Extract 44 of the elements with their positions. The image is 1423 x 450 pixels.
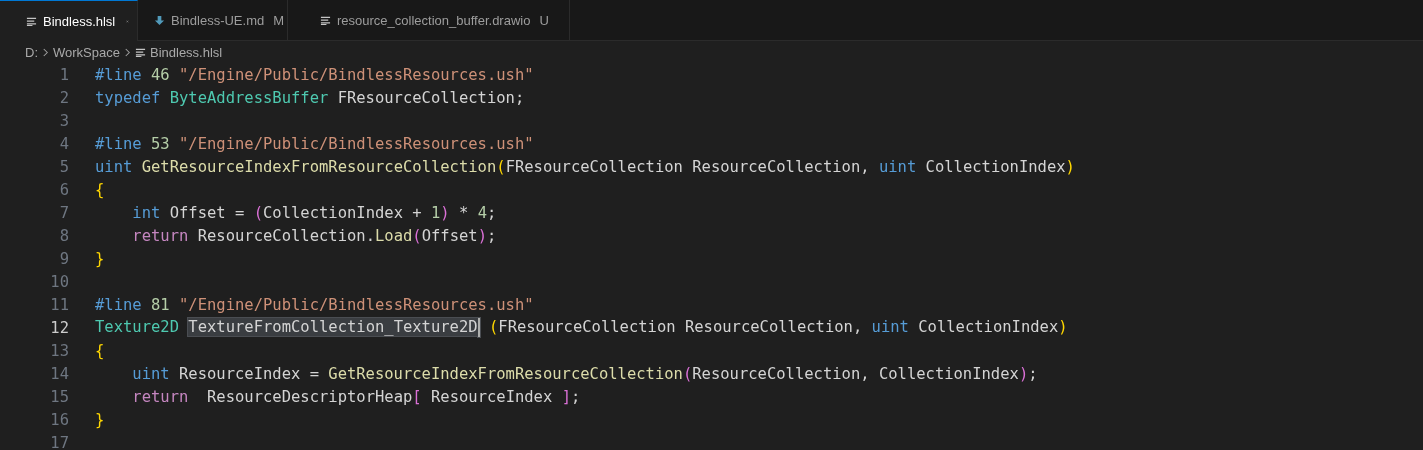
lines-icon bbox=[320, 14, 331, 26]
text-cursor bbox=[477, 318, 480, 337]
code-line: return ResourceCollection.Load(Offset); bbox=[131, 226, 497, 245]
code-line: { bbox=[95, 341, 105, 360]
line-number: 8 bbox=[58, 226, 69, 245]
breadcrumb-item[interactable]: Bindless.hlsl bbox=[149, 44, 223, 60]
line-number: 17 bbox=[49, 433, 69, 450]
line-number: 7 bbox=[58, 203, 69, 222]
code-line: return ResourceDescriptorHeap[ ResourceIndex ]; bbox=[131, 387, 581, 406]
line-number: 11 bbox=[49, 295, 69, 314]
line-number: 5 bbox=[58, 157, 69, 176]
line-number: 10 bbox=[49, 272, 69, 291]
line-number: 14 bbox=[49, 364, 69, 383]
code-line: typedef ByteAddressBuffer FResourceCollection; bbox=[95, 88, 525, 107]
code-line: } bbox=[95, 410, 105, 429]
code-line: #line 53 "/Engine/Public/BindlessResources.ush" bbox=[95, 134, 534, 153]
chevron-icon bbox=[42, 46, 49, 58]
breadcrumb-item[interactable]: D: bbox=[25, 44, 38, 60]
line-number: 13 bbox=[49, 341, 69, 360]
line-number: 4 bbox=[58, 134, 69, 153]
line-number: 12 bbox=[49, 318, 69, 337]
lines-icon bbox=[134, 46, 146, 58]
code-line: uint ResourceIndex = GetResourceIndexFromResourceCollection(ResourceCollection, CollectionIndex); bbox=[131, 364, 1038, 383]
line-number: 16 bbox=[49, 410, 69, 429]
line-number: 2 bbox=[58, 88, 69, 107]
status-letter: M bbox=[273, 12, 285, 28]
code-line: { bbox=[95, 180, 105, 199]
editor-tab[interactable]: Bindless.hlsl bbox=[0, 0, 138, 41]
chevron-icon bbox=[123, 46, 131, 58]
code-line: #line 81 "/Engine/Public/BindlessResources.ush" bbox=[95, 295, 534, 314]
line-number: 3 bbox=[58, 111, 69, 130]
status-letter: U bbox=[539, 12, 549, 28]
code-line: } bbox=[95, 249, 105, 268]
code-line: #line 46 "/Engine/Public/BindlessResources.ush" bbox=[95, 65, 534, 84]
line-number: 9 bbox=[58, 249, 69, 268]
download-arrow-icon bbox=[154, 14, 165, 26]
code-line: uint GetResourceIndexFromResourceCollection(FResourceCollection ResourceCollection, uint CollectionIndex) bbox=[95, 157, 1075, 176]
line-number: 15 bbox=[49, 387, 69, 406]
breadcrumb-item[interactable]: WorkSpace bbox=[53, 44, 120, 60]
lines-icon bbox=[26, 15, 37, 27]
code-line: int Offset = (CollectionIndex + 1) * 4; bbox=[131, 203, 497, 222]
code-line: Texture2D TextureFromCollection_Texture2D (FResourceCollection ResourceCollection, uint CollectionIndex) bbox=[95, 318, 1068, 337]
line-number: 1 bbox=[58, 65, 69, 84]
line-number: 6 bbox=[58, 180, 69, 199]
